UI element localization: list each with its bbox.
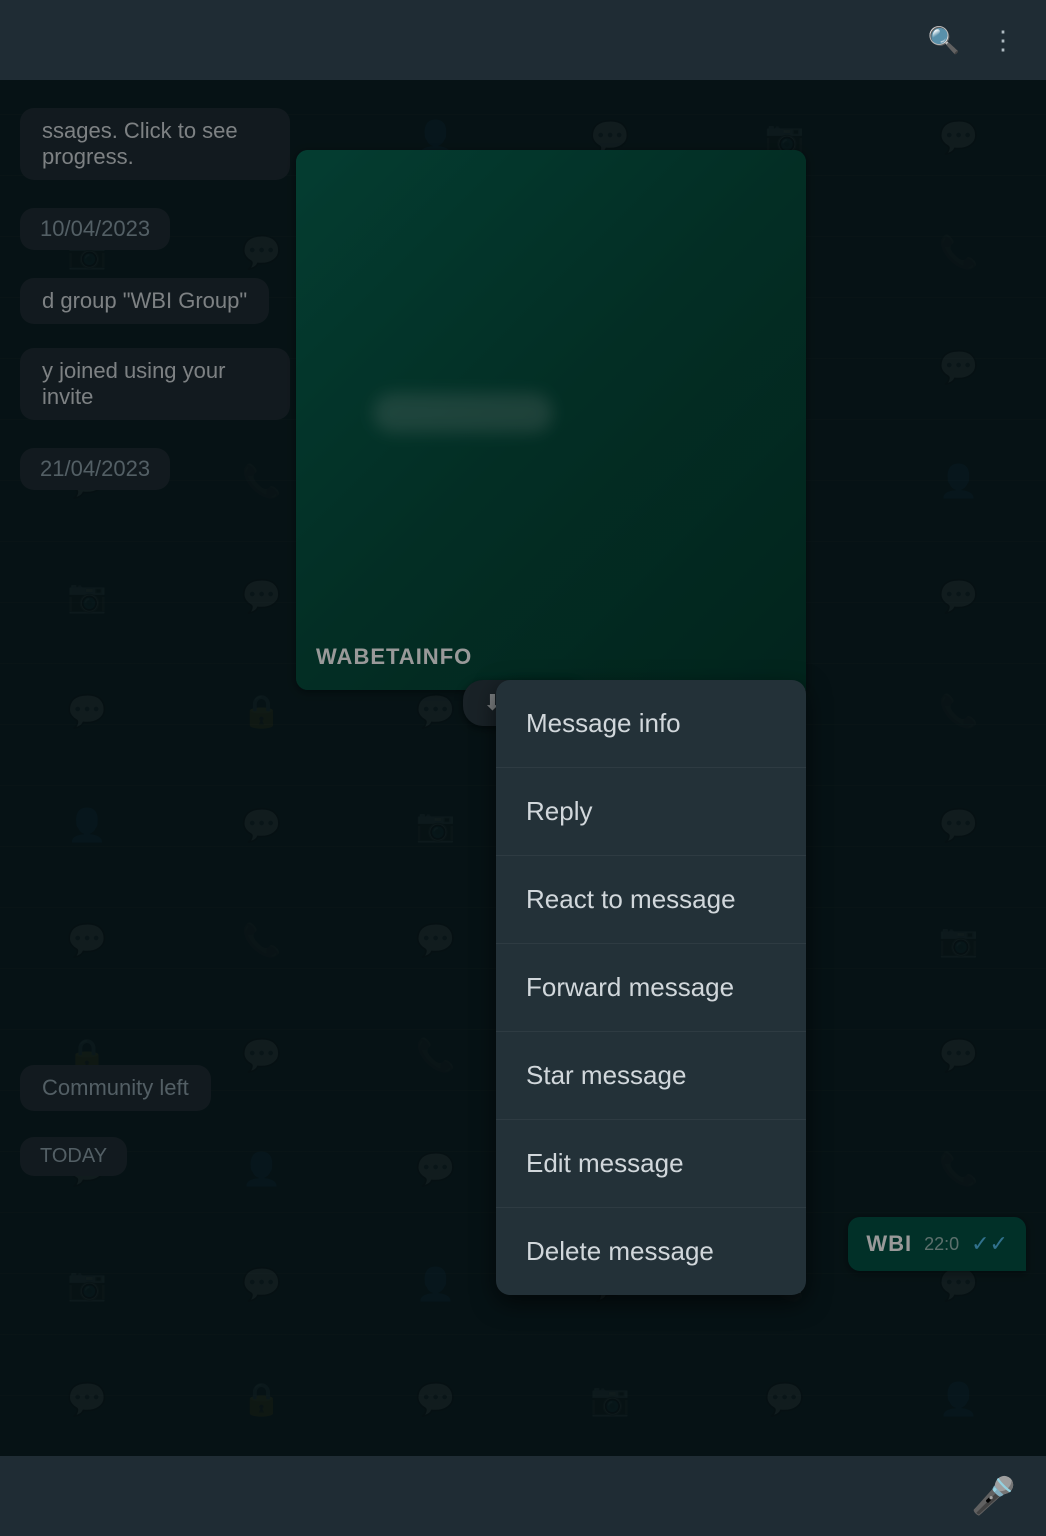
- context-menu-item-edit[interactable]: Edit message: [496, 1120, 806, 1208]
- search-icon[interactable]: 🔍: [928, 25, 960, 56]
- context-menu-item-message-info[interactable]: Message info: [496, 680, 806, 768]
- context-menu-item-react[interactable]: React to message: [496, 856, 806, 944]
- context-menu-item-forward[interactable]: Forward message: [496, 944, 806, 1032]
- context-menu-item-delete[interactable]: Delete message: [496, 1208, 806, 1295]
- menu-icon[interactable]: ⋮: [990, 25, 1016, 56]
- context-menu: Message info Reply React to message Forw…: [496, 680, 806, 1295]
- header: 🔍 ⋮: [0, 0, 1046, 80]
- context-menu-item-reply[interactable]: Reply: [496, 768, 806, 856]
- mic-icon[interactable]: 🎤: [971, 1475, 1016, 1517]
- context-menu-item-star[interactable]: Star message: [496, 1032, 806, 1120]
- input-bar: 🎤: [0, 1456, 1046, 1536]
- chat-background: 💬📞👤💬📷💬 📷💬📞👤💬📞 👤💬🔒💬📷💬 💬📞💬🔒💬👤 📷💬📞💬👤💬 💬🔒💬📷💬…: [0, 80, 1046, 1456]
